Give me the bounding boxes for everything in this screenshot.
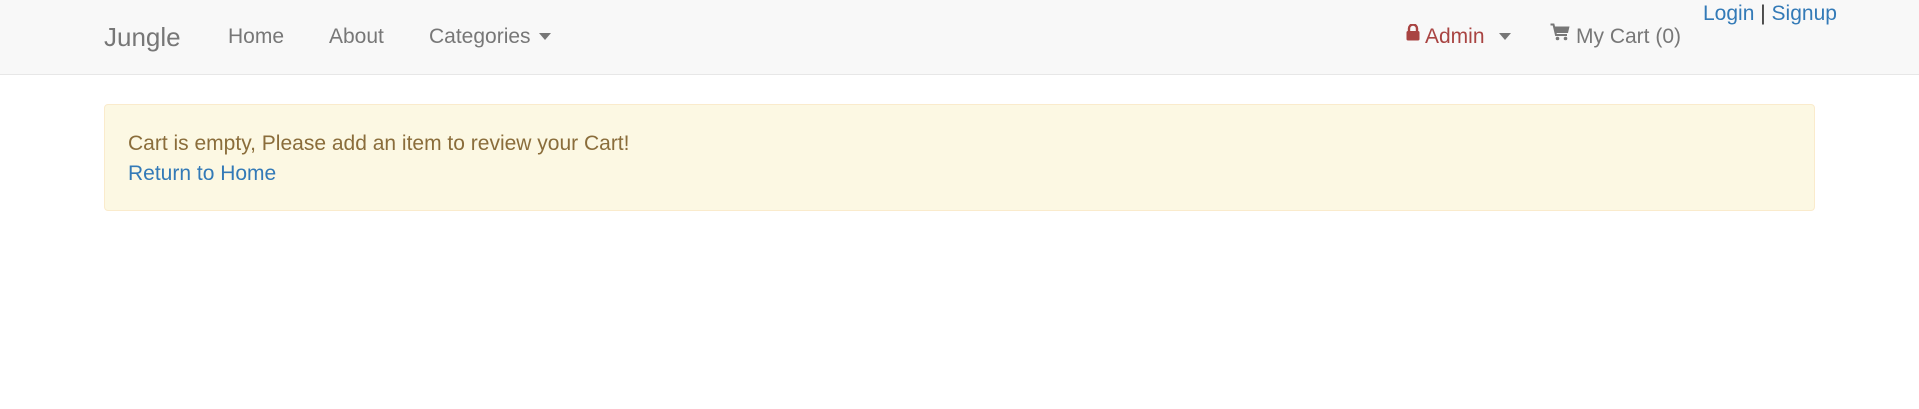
- auth-separator: |: [1760, 2, 1766, 25]
- shopping-cart-icon: [1550, 0, 1570, 72]
- brand-logo-link[interactable]: Jungle: [104, 0, 181, 74]
- alert-message: Cart is empty, Please add an item to rev…: [128, 132, 630, 155]
- caret-down-icon: [538, 32, 551, 40]
- nav-home-label: Home: [228, 25, 285, 48]
- nav-categories-label: Categories: [429, 25, 531, 48]
- login-link[interactable]: Login: [1703, 2, 1754, 25]
- caret-down-icon: [1498, 32, 1511, 40]
- nav-home-link[interactable]: Home: [228, 0, 284, 74]
- my-cart-link[interactable]: My Cart (0): [1550, 0, 1681, 74]
- my-cart-label: My Cart (0): [1576, 25, 1681, 48]
- lock-icon: [1406, 0, 1420, 72]
- admin-dropdown[interactable]: Admin: [1406, 0, 1511, 74]
- return-home-link[interactable]: Return to Home: [128, 162, 276, 185]
- nav-about-label: About: [329, 25, 384, 48]
- top-navbar: Jungle Home About Categories Admin My Ca…: [0, 0, 1919, 75]
- admin-label: Admin: [1425, 25, 1485, 48]
- auth-links: Login | Signup: [1703, 0, 1837, 28]
- signup-link[interactable]: Signup: [1772, 2, 1837, 25]
- nav-categories-dropdown[interactable]: Categories: [429, 0, 551, 74]
- empty-cart-alert: Cart is empty, Please add an item to rev…: [104, 104, 1815, 211]
- nav-about-link[interactable]: About: [329, 0, 384, 74]
